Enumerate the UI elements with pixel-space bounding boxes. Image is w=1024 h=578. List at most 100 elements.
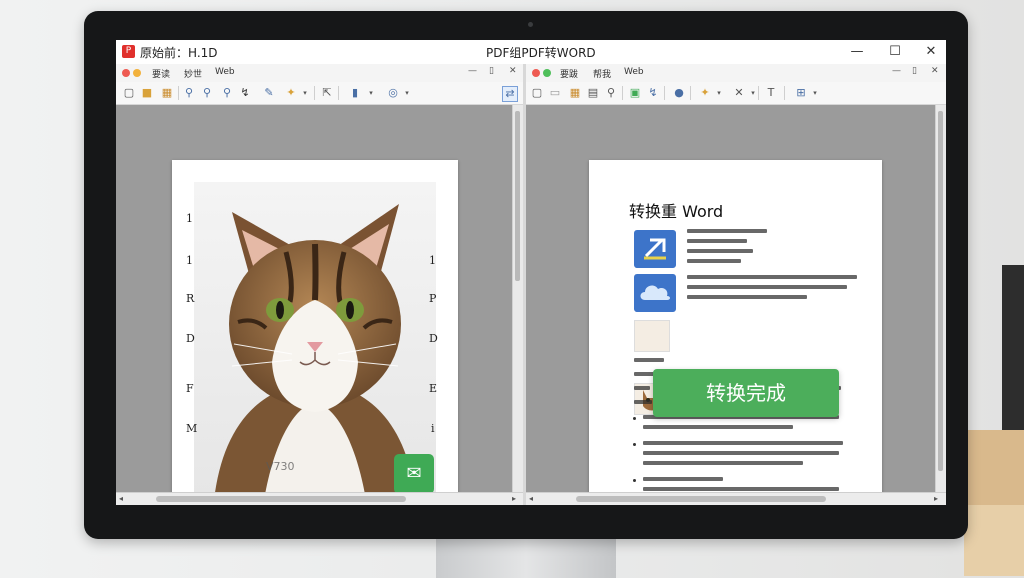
close-dot-icon[interactable] [122,69,130,77]
convert-icon[interactable]: ⇄ [502,86,518,102]
menu-item[interactable]: 妙世 [184,67,202,80]
menu-item[interactable]: Web [215,67,235,77]
cat-image: V730 [194,182,436,500]
text-line [643,441,843,445]
search-icon[interactable]: ⚲ [220,86,234,100]
page-letter: M [186,422,198,435]
app-title: 原始前：H.1D [140,46,218,60]
scroll-thumb[interactable] [515,111,520,281]
chevron-down-icon[interactable]: ▾ [400,86,414,100]
page-letter: E [429,382,438,395]
pane-minimize-button[interactable]: — [468,66,477,76]
scroll-left-icon[interactable]: ◂ [119,493,123,505]
grid-icon[interactable]: ▦ [568,86,582,100]
scroll-thumb[interactable] [938,111,943,471]
chevron-down-icon[interactable]: ▾ [298,86,312,100]
toolbar-separator [178,86,179,100]
sheet-icon[interactable]: ▣ [628,86,642,100]
toolbar-separator [664,86,665,100]
page-letter: P [429,292,437,305]
cursor-icon[interactable]: ⇱ [320,86,334,100]
pane-restore-button[interactable]: ▯ [912,66,917,76]
new-page-icon[interactable]: ▢ [122,86,136,100]
minimize-button[interactable]: — [842,42,872,62]
menu-item[interactable]: 要跋 [560,67,578,80]
minimize-dot-icon[interactable] [133,69,141,77]
vertical-scrollbar[interactable] [935,105,946,493]
page-letter: D [429,332,438,345]
text-line [643,425,793,429]
share-icon[interactable]: ✉ [394,454,434,494]
horizontal-scrollbar[interactable]: ◂ ▸ [116,492,523,505]
globe-icon[interactable]: ◎ [386,86,400,100]
pane-minimize-button[interactable]: — [892,66,901,76]
pane-close-button[interactable]: ✕ [509,66,517,76]
close-button[interactable]: ✕ [916,42,946,62]
vertical-scrollbar[interactable] [512,105,523,493]
text-line [687,229,767,233]
chevron-down-icon[interactable]: ▾ [808,86,822,100]
document-icon[interactable]: ▮ [348,86,362,100]
scroll-left-icon[interactable]: ◂ [529,493,533,505]
text-line [634,372,654,376]
chevron-down-icon[interactable]: ▾ [712,86,726,100]
scroll-right-icon[interactable]: ▸ [934,493,938,505]
toolbar: ▢ ▭ ▦ ▤ ⚲ ▣ ↯ ● ✦ ▾ ✕ ▾ T ⊞ ▾ [526,82,946,105]
text-line [687,285,847,289]
pen-icon[interactable]: ↯ [238,86,252,100]
toolbar-separator [338,86,339,100]
menu-item[interactable]: Web [624,67,644,77]
open-folder-icon[interactable]: ■ [140,86,154,100]
conversion-complete-button[interactable]: 转换完成 [653,369,839,417]
scroll-thumb[interactable] [156,496,406,502]
zoom-out-icon[interactable]: ⚲ [200,86,214,100]
search-icon[interactable]: ⚲ [604,86,618,100]
pane-restore-button[interactable]: ▯ [489,66,494,76]
toolbar: ▢ ■ ▦ ⚲ ⚲ ⚲ ↯ ✎ ✦ ▾ ⇱ ▮ ▾ ◎ ▾ ⇄ [116,82,523,105]
text-box-icon[interactable]: T [764,86,778,100]
toolbar-separator [758,86,759,100]
toolbar-separator [314,86,315,100]
pen-icon[interactable]: ↯ [646,86,660,100]
paint-icon[interactable]: ✦ [698,86,712,100]
storage-icon[interactable]: ▭ [548,86,562,100]
folder-icon[interactable]: ▤ [586,86,600,100]
cloud-feature-icon [634,274,676,312]
maximize-button[interactable]: ☐ [880,42,910,62]
transform-icon[interactable]: ✕ [732,86,746,100]
scroll-thumb[interactable] [576,496,826,502]
cloud-icon[interactable]: ● [672,86,686,100]
screen: P 原始前：H.1D PDF组PDF转WORD — ☐ ✕ 要读 妙世 Web … [116,40,946,505]
new-page-icon[interactable]: ▢ [530,86,544,100]
menu-item[interactable]: 帮我 [593,67,611,80]
menu-bar: 要跋 帮我 Web — ▯ ✕ [526,64,946,83]
grid-icon[interactable]: ▦ [160,86,174,100]
pdf-viewer-pane: 要读 妙世 Web — ▯ ✕ ▢ ■ ▦ ⚲ ⚲ ⚲ ↯ ✎ ✦ ▾ ⇱ ▮ … [116,64,523,505]
overlay-text: V730 [266,460,295,473]
app-logo-icon: P [122,45,135,58]
highlight-icon[interactable]: ✦ [284,86,298,100]
menu-item[interactable]: 要读 [152,67,170,80]
chevron-down-icon[interactable]: ▾ [364,86,378,100]
word-viewer-pane: 要跋 帮我 Web — ▯ ✕ ▢ ▭ ▦ ▤ ⚲ ▣ ↯ ● ✦ ▾ ✕ ▾ … [526,64,946,505]
doc-heading: 转换重 Word [629,202,724,221]
cat-illustration [214,204,416,500]
layout-icon[interactable]: ⊞ [794,86,808,100]
text-line [643,477,723,481]
page-letter: D [186,332,195,345]
close-dot-icon[interactable] [532,69,540,77]
zoom-in-icon[interactable]: ⚲ [182,86,196,100]
edit-icon[interactable]: ✎ [262,86,276,100]
title-bar: P 原始前：H.1D PDF组PDF转WORD — ☐ ✕ [116,40,946,65]
page-letter: i [431,422,435,435]
scroll-right-icon[interactable]: ▸ [512,493,516,505]
pane-close-button[interactable]: ✕ [931,66,939,76]
window-title: PDF组PDF转WORD [486,46,596,60]
monitor-stand [436,538,616,578]
text-line [634,400,652,404]
horizontal-scrollbar[interactable]: ◂ ▸ [526,492,946,505]
page-letter: 1 [186,212,193,225]
page-letter: R [186,292,195,305]
document-canvas: V730 ✉ 1 1 R D F M 1 P D E i M M D Q A [116,105,513,505]
maximize-dot-icon[interactable] [543,69,551,77]
